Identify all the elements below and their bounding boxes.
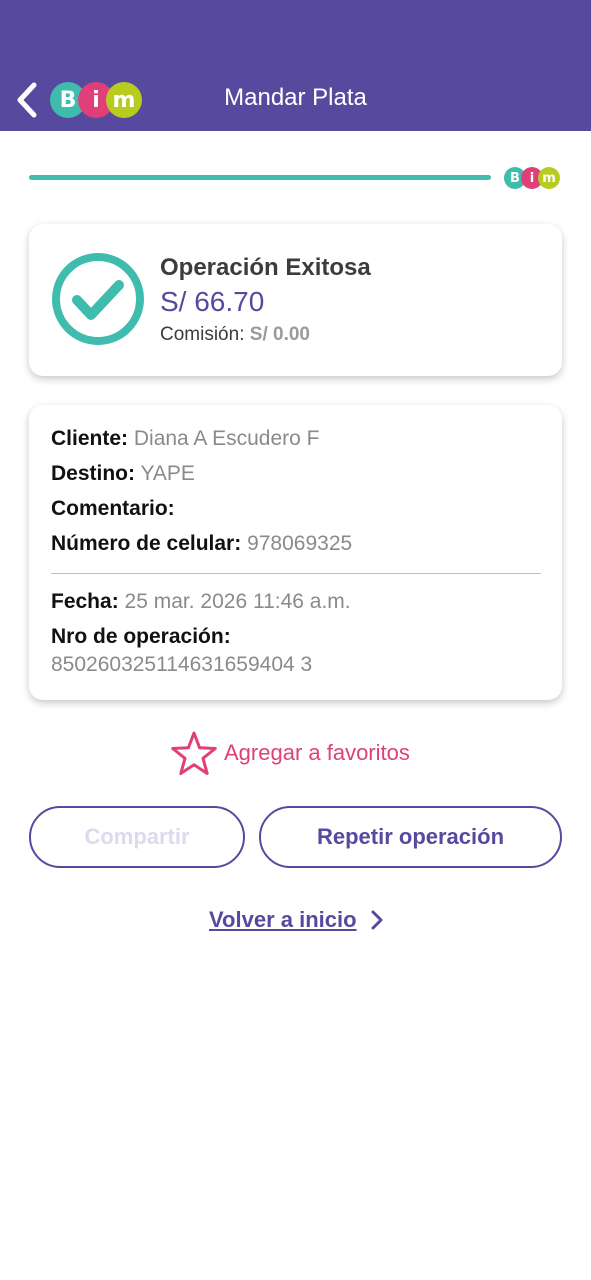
cliente-value: Diana A Escudero F: [133, 427, 320, 450]
transfer-amount: S/ 66.70: [160, 286, 265, 317]
app-header: B i m Mandar Plata: [0, 0, 591, 131]
detail-destino: Destino: YAPE: [51, 462, 195, 486]
bim-mini-logo: B i m: [504, 167, 560, 189]
page-title-text: Mandar Plata: [224, 84, 367, 111]
check-circle-icon: [52, 253, 144, 345]
add-favorite-label: Agregar a favoritos: [224, 740, 410, 765]
comentario-label: Comentario:: [51, 497, 175, 520]
page-title: Mandar Plata: [0, 84, 591, 112]
mini-logo-letter-m: m: [538, 167, 560, 189]
destino-label: Destino:: [51, 462, 135, 485]
celular-label: Número de celular:: [51, 532, 242, 555]
detail-fecha: Fecha: 25 mar. 2026 11:46 a.m.: [51, 590, 351, 614]
detail-operacion-label: Nro de operación:: [51, 625, 231, 649]
cliente-label: Cliente:: [51, 427, 129, 450]
commission-label: Comisión:: [160, 324, 245, 345]
details-divider: [51, 573, 541, 574]
star-outline-icon: [171, 731, 217, 775]
destino-value: YAPE: [140, 462, 195, 485]
detail-cliente: Cliente: Diana A Escudero F: [51, 427, 319, 451]
celular-value: 978069325: [247, 532, 353, 555]
fecha-value: 25 mar. 2026 11:46 a.m.: [124, 590, 351, 613]
chevron-right-icon: [371, 910, 383, 930]
back-to-home-label: Volver a inicio: [209, 907, 357, 932]
commission-line: Comisión: S/ 0.00: [160, 324, 310, 346]
fecha-label: Fecha:: [51, 590, 119, 613]
progress-bar: [29, 175, 491, 180]
commission-value: S/ 0.00: [249, 324, 310, 345]
repeat-operation-button[interactable]: Repetir operación: [259, 806, 562, 868]
detail-celular: Número de celular: 978069325: [51, 532, 352, 556]
details-card: Cliente: Diana A Escudero F Destino: YAP…: [29, 405, 562, 700]
back-to-home-link[interactable]: Volver a inicio: [209, 907, 383, 933]
add-favorite-button[interactable]: Agregar a favoritos: [170, 730, 410, 776]
success-title: Operación Exitosa: [160, 254, 371, 281]
success-card: Operación Exitosa S/ 66.70 Comisión: S/ …: [29, 224, 562, 376]
detail-comentario: Comentario:: [51, 497, 175, 521]
detail-operacion-value: 850260325114631659404 3: [51, 653, 312, 677]
share-button[interactable]: Compartir: [29, 806, 245, 868]
operacion-label: Nro de operación:: [51, 625, 231, 648]
operacion-value: 850260325114631659404 3: [51, 653, 313, 676]
